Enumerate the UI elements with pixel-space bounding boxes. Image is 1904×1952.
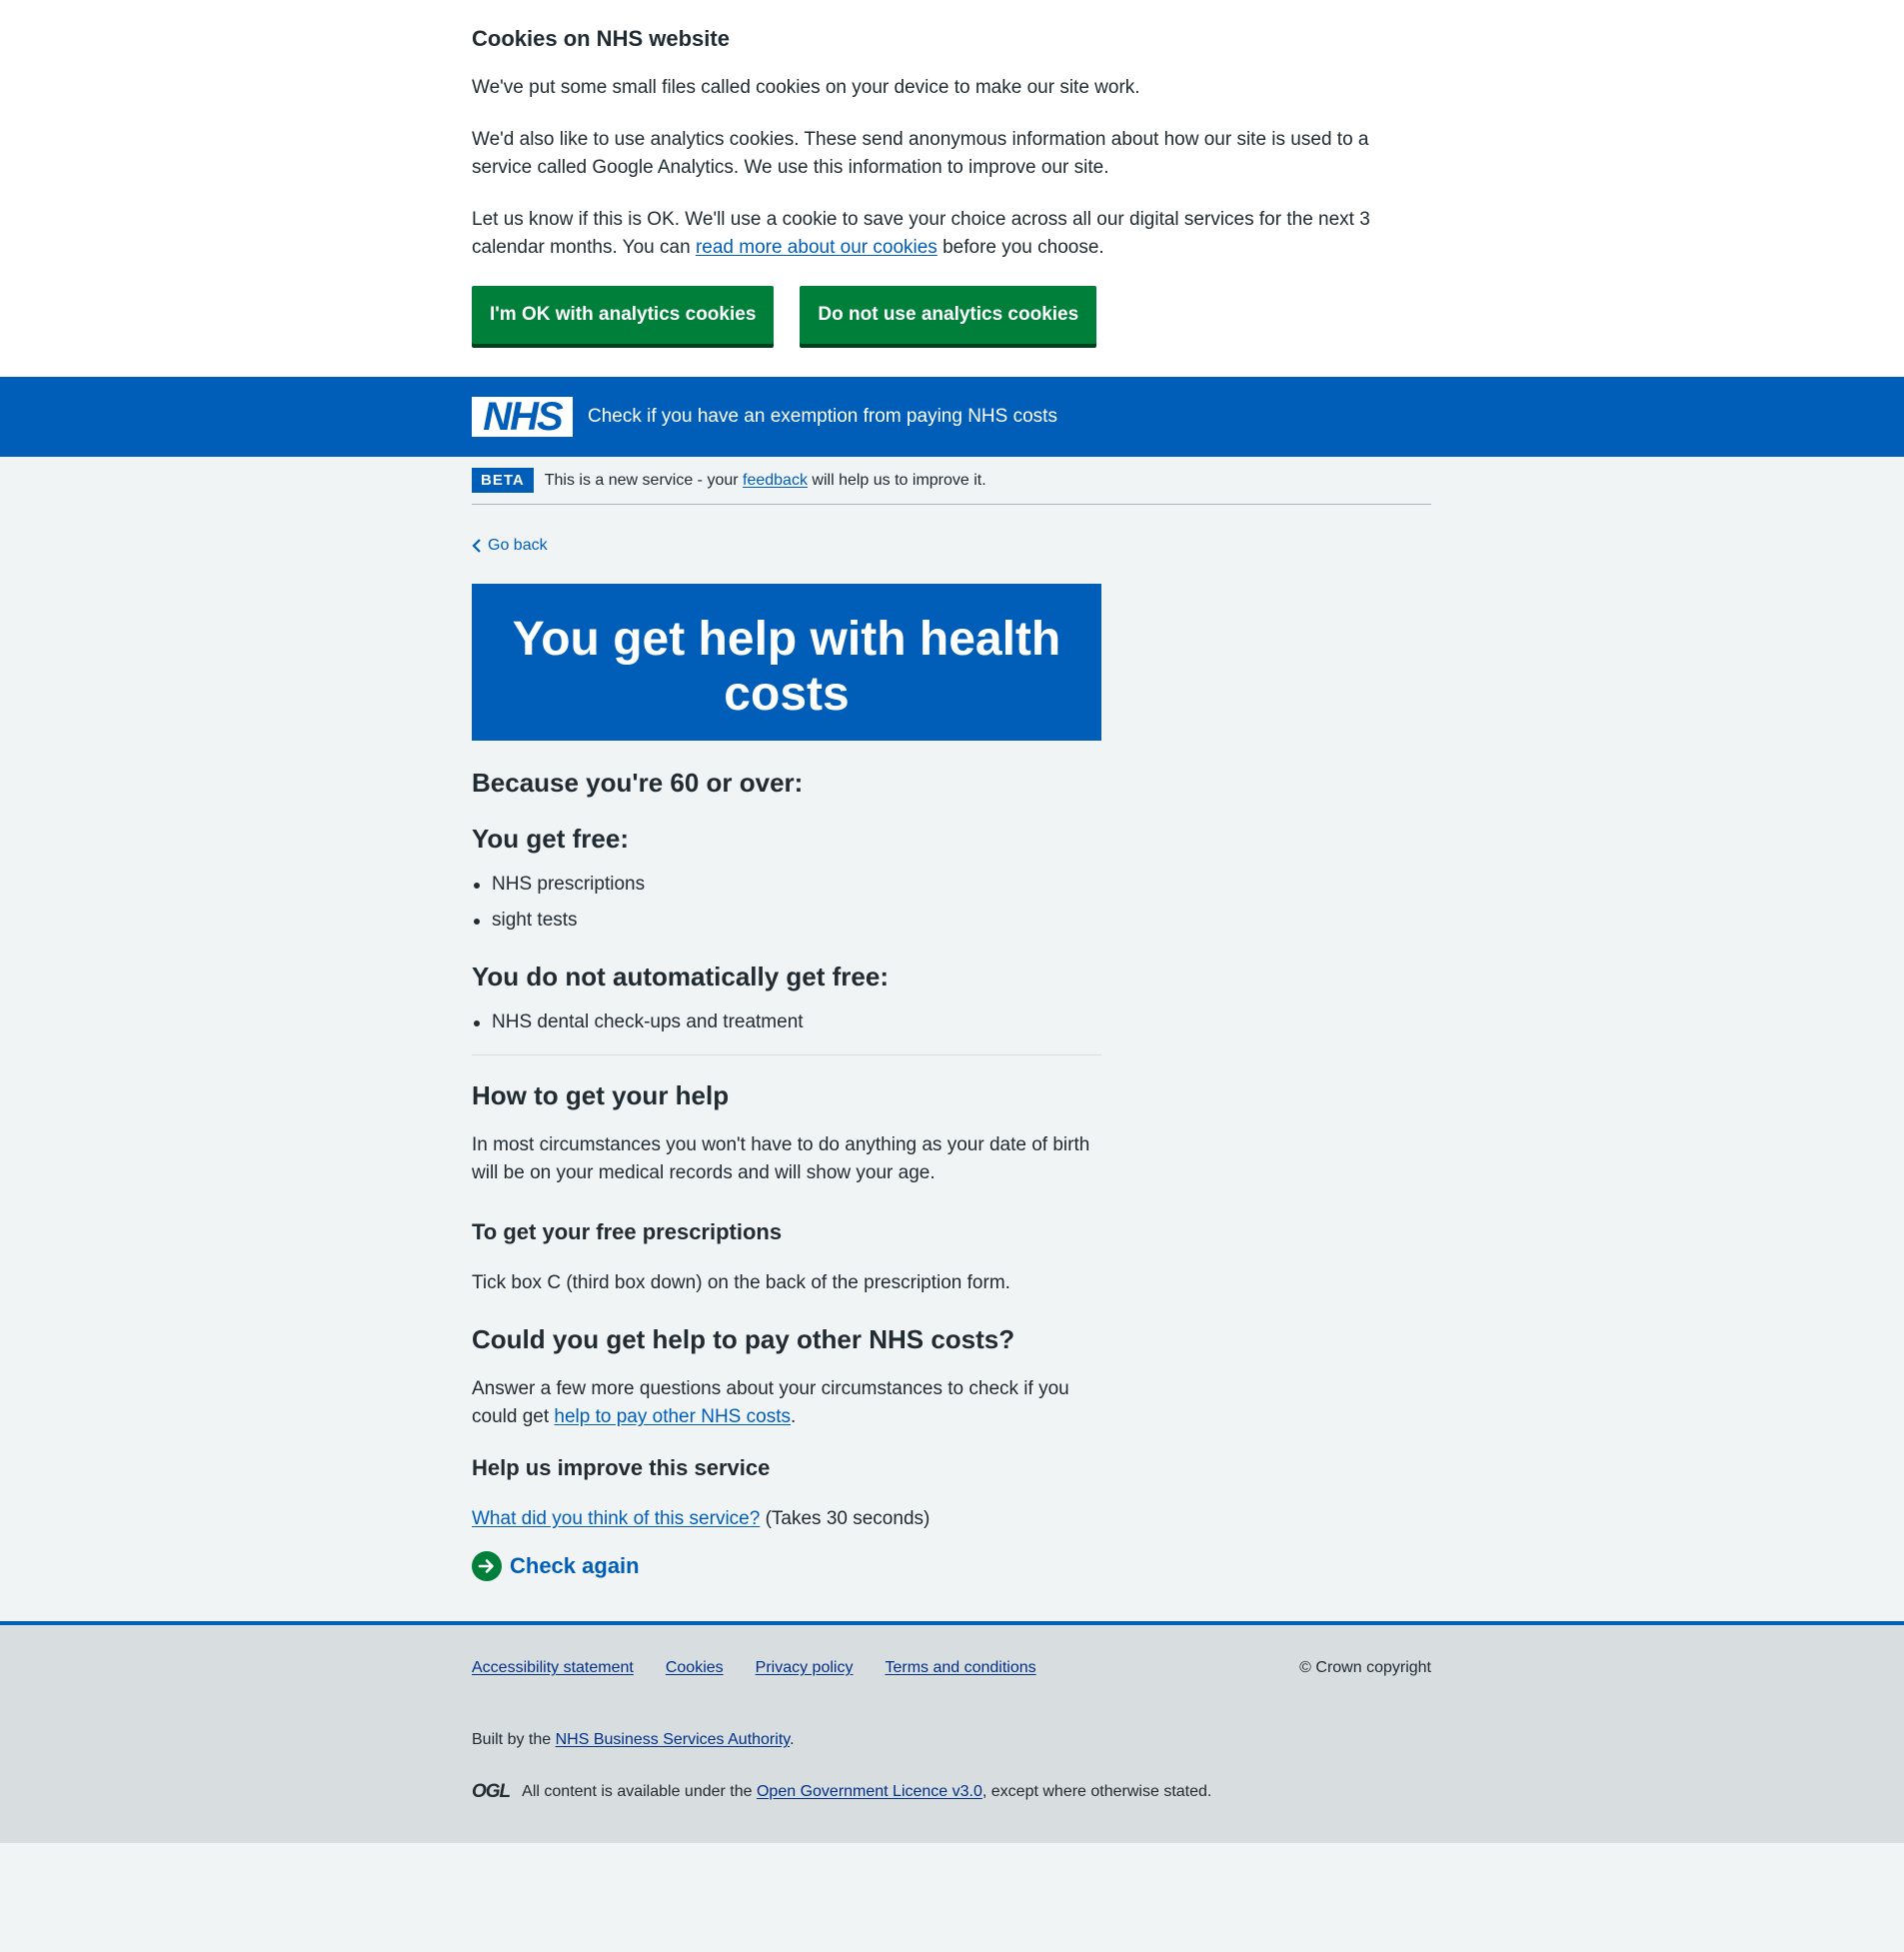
footer-link-privacy[interactable]: Privacy policy <box>756 1659 854 1677</box>
check-again-link[interactable]: Check again <box>472 1551 640 1581</box>
nhs-logo-text: NHS <box>483 395 563 439</box>
built-by-text: Built by the NHS Business Services Autho… <box>472 1731 795 1748</box>
cookie-banner-text-2: We'd also like to use analytics cookies.… <box>472 129 1369 178</box>
section-divider <box>472 1054 1101 1055</box>
panel-title: You get help with health costs <box>512 613 1061 721</box>
feedback-link[interactable]: feedback <box>743 472 808 489</box>
cookie-banner-text-1: We've put some small files called cookie… <box>472 77 1140 98</box>
because-heading: Because you're 60 or over: <box>472 768 804 798</box>
beta-tag: BETA <box>472 468 534 493</box>
ogl-logo-icon: OGL <box>472 1781 511 1802</box>
accept-analytics-cookies-button[interactable]: I'm OK with analytics cookies <box>472 286 775 344</box>
confirmation-panel: You get help with health costs <box>472 584 1101 741</box>
site-footer: Accessibility statement Cookies Privacy … <box>0 1621 1904 1843</box>
prescriptions-text: Tick box C (third box down) on the back … <box>472 1272 1010 1293</box>
service-feedback-link[interactable]: What did you think of this service? <box>472 1508 760 1529</box>
service-name[interactable]: Check if you have an exemption from payi… <box>588 406 1057 428</box>
footer-links: Accessibility statement Cookies Privacy … <box>472 1659 1036 1677</box>
result-column: You get help with health costs Because y… <box>472 584 1101 1581</box>
arrow-right-circle-icon <box>472 1551 502 1581</box>
footer-link-cookies[interactable]: Cookies <box>666 1659 724 1677</box>
cookie-buttons: I'm OK with analytics cookies Do not use… <box>472 286 1431 344</box>
list-item: sight tests <box>472 907 1101 935</box>
nhsbsa-link[interactable]: NHS Business Services Authority <box>556 1731 790 1748</box>
main-content: Go back You get help with health costs B… <box>0 505 1904 1621</box>
reject-analytics-cookies-button[interactable]: Do not use analytics cookies <box>800 286 1097 344</box>
footer-row: Accessibility statement Cookies Privacy … <box>472 1659 1431 1677</box>
licence-text: All content is available under the Open … <box>522 1783 1212 1800</box>
how-heading: How to get your help <box>472 1080 730 1110</box>
footer-link-accessibility[interactable]: Accessibility statement <box>472 1659 634 1677</box>
cookie-banner-text-3: Let us know if this is OK. We'll use a c… <box>472 209 1370 258</box>
prescriptions-heading: To get your free prescriptions <box>472 1219 783 1244</box>
not-free-heading: You do not automatically get free: <box>472 962 890 991</box>
nhs-logo[interactable]: NHS <box>472 397 573 437</box>
read-more-cookies-link[interactable]: read more about our cookies <box>696 237 938 258</box>
chevron-left-icon <box>472 539 481 553</box>
help-other-costs-link[interactable]: help to pay other NHS costs <box>554 1406 791 1427</box>
free-list: NHS prescriptions sight tests <box>472 871 1101 935</box>
how-text: In most circumstances you won't have to … <box>472 1134 1090 1183</box>
beta-text: This is a new service - your feedback wi… <box>544 471 986 489</box>
not-free-list: NHS dental check-ups and treatment <box>472 1008 1101 1036</box>
footer-link-terms[interactable]: Terms and conditions <box>885 1659 1035 1677</box>
cookie-banner-title: Cookies on NHS website <box>472 26 730 51</box>
beta-banner: BETA This is a new service - your feedba… <box>472 457 1431 505</box>
licence-row: OGL All content is available under the O… <box>472 1781 1431 1803</box>
copyright: © Crown copyright <box>1299 1659 1431 1676</box>
go-back-link[interactable]: Go back <box>472 537 548 555</box>
ogl-licence-link[interactable]: Open Government Licence v3.0 <box>757 1783 982 1800</box>
other-costs-heading: Could you get help to pay other NHS cost… <box>472 1324 1015 1354</box>
list-item: NHS prescriptions <box>472 871 1101 899</box>
list-item: NHS dental check-ups and treatment <box>472 1008 1101 1036</box>
improve-heading: Help us improve this service <box>472 1455 771 1480</box>
cookie-banner: Cookies on NHS website We've put some sm… <box>0 0 1904 377</box>
improve-text: What did you think of this service? (Tak… <box>472 1508 931 1529</box>
free-heading: You get free: <box>472 824 629 854</box>
site-header: NHS Check if you have an exemption from … <box>0 377 1904 457</box>
other-costs-text: Answer a few more questions about your c… <box>472 1378 1069 1427</box>
